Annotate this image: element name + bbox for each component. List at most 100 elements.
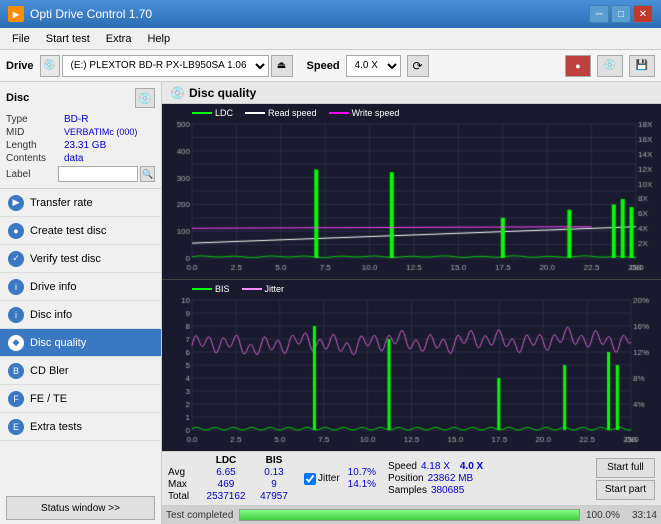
stats-table: Avg Max Total LDC 6.65 469 2537162 BIS 0… [168,455,294,502]
nav-verify-test-disc[interactable]: ✓ Verify test disc [0,245,161,273]
speed-refresh-button[interactable]: ⟳ [407,55,429,77]
disc-type-value: BD-R [64,114,155,125]
maximize-button[interactable]: □ [611,5,631,23]
bottom-chart: BIS Jitter [162,280,661,451]
top-chart-legend: LDC Read speed Write speed [192,108,399,118]
nav-transfer-rate[interactable]: ▶ Transfer rate [0,189,161,217]
drive-dropdown[interactable]: (E:) PLEXTOR BD-R PX-LB950SA 1.06 [62,55,269,77]
legend-jitter: Jitter [242,284,285,294]
disc-icon-button2[interactable]: 💿 [597,55,623,77]
write-speed-color [329,112,349,114]
status-window-button[interactable]: Status window >> [6,496,155,520]
jitter-color [242,288,262,290]
charts-area: LDC Read speed Write speed [162,104,661,451]
extra-tests-icon: E [8,419,24,435]
disc-icon-button[interactable]: ● [565,55,591,77]
disc-contents-value: data [64,153,155,164]
jitter-checkbox[interactable] [304,473,316,485]
menu-file[interactable]: File [4,31,38,47]
disc-label-row: Label 🔍 [6,166,155,182]
progress-bar-container: Test completed 100.0% 33:14 [162,505,661,524]
disc-info-icon: i [8,307,24,323]
drive-label: Drive [6,60,34,72]
drive-select: 💿 (E:) PLEXTOR BD-R PX-LB950SA 1.06 ⏏ [40,55,293,77]
menu-start-test[interactable]: Start test [38,31,98,47]
disc-length-row: Length 23.31 GB [6,140,155,151]
create-test-disc-icon: ● [8,223,24,239]
menu-help[interactable]: Help [139,31,178,47]
progress-fill [240,510,579,520]
transfer-rate-icon: ▶ [8,195,24,211]
samples-row: Samples 380685 [388,485,483,496]
main-layout: Disc 💿 Type BD-R MID VERBATIMc (000) Len… [0,82,661,524]
cd-bler-icon: B [8,363,24,379]
legend-write-speed: Write speed [329,108,400,118]
start-part-button[interactable]: Start part [596,480,655,500]
ldc-stats-col: LDC 6.65 469 2537162 [206,455,246,502]
jitter-checkbox-area: Jitter [304,473,340,485]
disc-label-button[interactable]: 🔍 [140,166,155,182]
read-speed-color [245,112,265,114]
progress-percent: 100.0% [586,510,626,521]
progress-track [239,509,580,521]
legend-ldc: LDC [192,108,233,118]
start-full-button[interactable]: Start full [596,458,655,478]
ldc-color [192,112,212,114]
app-icon: ▶ [8,6,24,22]
disc-quality-icon: ◆ [8,335,24,351]
menu-extra[interactable]: Extra [98,31,140,47]
disc-panel-icon[interactable]: 💿 [135,88,155,108]
close-button[interactable]: ✕ [633,5,653,23]
content-area: 💿 Disc quality LDC Read speed [162,82,661,524]
nav-fe-te[interactable]: F FE / TE [0,385,161,413]
drive-info-icon: i [8,279,24,295]
position-row: Position 23862 MB [388,473,483,484]
title-bar-controls: ─ □ ✕ [589,5,653,23]
stats-bar: Avg Max Total LDC 6.65 469 2537162 BIS 0… [162,451,661,505]
disc-label-input[interactable] [58,166,138,182]
disc-panel-header: Disc 💿 [6,88,155,108]
speed-row: Speed 4.18 X 4.0 X [388,461,483,472]
bottom-chart-canvas [162,280,661,448]
speed-label: Speed [307,60,340,72]
start-buttons: Start full Start part [596,458,655,500]
bis-stats-col: BIS 0.13 9 47957 [254,455,294,502]
progress-time: 33:14 [632,510,657,521]
disc-panel-title: Disc [6,92,29,104]
speed-dropdown[interactable]: 4.0 X [346,55,401,77]
disc-panel: Disc 💿 Type BD-R MID VERBATIMc (000) Len… [0,82,161,189]
top-chart: LDC Read speed Write speed [162,104,661,280]
stats-row-labels: Avg Max Total [168,455,198,502]
drive-eject-button[interactable]: ⏏ [271,55,293,77]
nav-disc-info[interactable]: i Disc info [0,301,161,329]
nav-drive-info[interactable]: i Drive info [0,273,161,301]
app-title: Opti Drive Control 1.70 [30,7,152,21]
nav-cd-bler[interactable]: B CD Bler [0,357,161,385]
drive-bar: Drive 💿 (E:) PLEXTOR BD-R PX-LB950SA 1.0… [0,50,661,82]
legend-bis: BIS [192,284,230,294]
disc-quality-title: Disc quality [189,86,256,100]
save-button[interactable]: 💾 [629,55,655,77]
speed-position-samples: Speed 4.18 X 4.0 X Position 23862 MB Sam… [388,461,483,496]
drive-icon[interactable]: 💿 [40,55,60,77]
disc-length-value: 23.31 GB [64,140,155,151]
disc-mid-row: MID VERBATIMc (000) [6,127,155,138]
disc-quality-header: 💿 Disc quality [162,82,661,104]
legend-read-speed: Read speed [245,108,317,118]
sidebar: Disc 💿 Type BD-R MID VERBATIMc (000) Len… [0,82,162,524]
bis-color [192,288,212,290]
title-bar-left: ▶ Opti Drive Control 1.70 [8,6,152,22]
nav-disc-quality[interactable]: ◆ Disc quality [0,329,161,357]
nav-extra-tests[interactable]: E Extra tests [0,413,161,441]
nav-create-test-disc[interactable]: ● Create test disc [0,217,161,245]
disc-quality-header-icon: 💿 [170,86,185,100]
minimize-button[interactable]: ─ [589,5,609,23]
top-chart-canvas [162,104,661,276]
nav-items: ▶ Transfer rate ● Create test disc ✓ Ver… [0,189,161,492]
menu-bar: File Start test Extra Help [0,28,661,50]
disc-type-row: Type BD-R [6,114,155,125]
bottom-chart-legend: BIS Jitter [192,284,284,294]
title-bar: ▶ Opti Drive Control 1.70 ─ □ ✕ [0,0,661,28]
jitter-stats: 10.7% 14.1% [348,467,376,490]
verify-test-disc-icon: ✓ [8,251,24,267]
